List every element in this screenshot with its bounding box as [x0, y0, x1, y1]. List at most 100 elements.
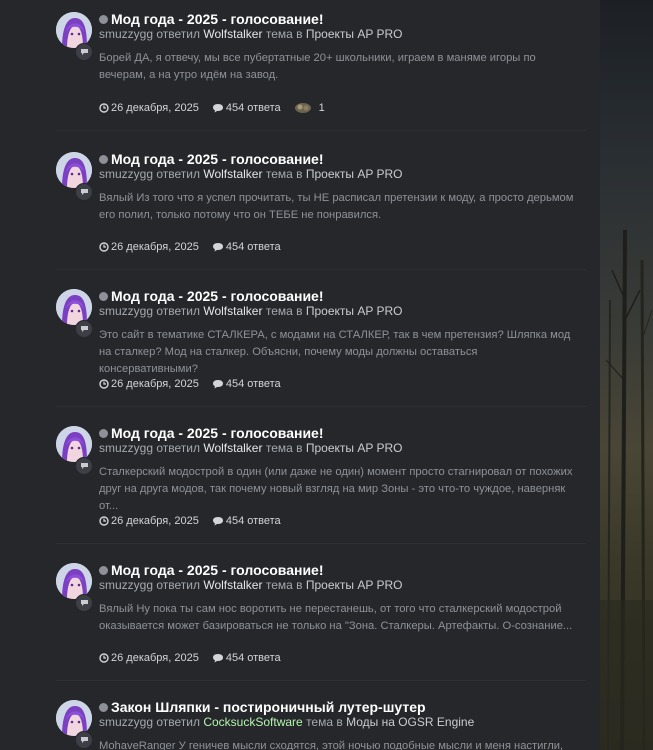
comment-icon: [75, 594, 93, 612]
topic-word: тема в: [265, 578, 303, 592]
divider: [56, 680, 586, 681]
divider: [56, 269, 586, 270]
divider: [56, 130, 586, 131]
user-link[interactable]: smuzzygg: [99, 27, 153, 41]
title-row: Мод года - 2025 - голосование!: [99, 425, 324, 441]
unread-dot-icon: [99, 14, 108, 24]
date-stat: 26 декабря, 2025: [99, 102, 199, 114]
clock-icon: [99, 102, 109, 113]
comment-icon: [75, 457, 93, 475]
background-image: [600, 0, 653, 750]
replies-stat: 454 ответа: [212, 241, 281, 253]
forum-link[interactable]: Проекты AP PRO: [306, 27, 403, 41]
post-stats: 26 декабря, 2025 454 ответа 1: [99, 101, 325, 114]
date-stat: 26 декабря, 2025: [99, 241, 199, 253]
post-excerpt: Это сайт в тематике СТАЛКЕРА, с модами н…: [99, 329, 571, 375]
unread-dot-icon: [99, 702, 108, 712]
title-row: Мод года - 2025 - голосование!: [99, 288, 324, 304]
topic-title-link[interactable]: Закон Шляпки - постироничный лутер-шутер: [111, 699, 426, 715]
activity-feed: Мод года - 2025 - голосование! smuzzygg …: [0, 0, 598, 750]
comment-icon: [75, 43, 93, 61]
date-stat: 26 декабря, 2025: [99, 515, 199, 527]
author-link[interactable]: CocksuckSoftware: [203, 715, 302, 729]
action-text: ответил: [156, 715, 200, 729]
replies-stat: 454 ответа: [212, 102, 281, 114]
post-excerpt: MohaveRanger У геничев мысли сходятся, э…: [99, 740, 564, 750]
reactions[interactable]: 1: [294, 101, 325, 114]
post-stats: 26 декабря, 2025 454 ответа: [99, 515, 294, 527]
unread-dot-icon: [99, 428, 108, 438]
post-stats: 26 декабря, 2025 454 ответа: [99, 378, 294, 390]
replies-stat: 454 ответа: [212, 652, 281, 664]
replies-stat: 454 ответа: [212, 378, 281, 390]
replies-count: 454 ответа: [225, 241, 281, 253]
author-link[interactable]: Wolfstalker: [203, 304, 262, 318]
user-link[interactable]: smuzzygg: [99, 578, 153, 592]
activity-meta: smuzzygg ответил Wolfstalker тема в Прое…: [99, 167, 402, 181]
topic-title-link[interactable]: Мод года - 2025 - голосование!: [111, 151, 324, 167]
replies-count: 454 ответа: [225, 652, 281, 664]
topic-word: тема в: [265, 304, 303, 318]
replies-count: 454 ответа: [225, 378, 281, 390]
topic-word: тема в: [265, 27, 303, 41]
unread-dot-icon: [99, 565, 108, 575]
topic-title-link[interactable]: Мод года - 2025 - голосование!: [111, 288, 324, 304]
topic-title-link[interactable]: Мод года - 2025 - голосование!: [111, 425, 324, 441]
title-row: Мод года - 2025 - голосование!: [99, 151, 324, 167]
unread-dot-icon: [99, 291, 108, 301]
title-row: Закон Шляпки - постироничный лутер-шутер: [99, 699, 426, 715]
user-link[interactable]: smuzzygg: [99, 441, 153, 455]
post-date[interactable]: 26 декабря, 2025: [111, 378, 199, 390]
topic-title-link[interactable]: Мод года - 2025 - голосование!: [111, 562, 324, 578]
comment-icon: [75, 183, 93, 201]
user-link[interactable]: smuzzygg: [99, 715, 153, 729]
action-text: ответил: [156, 578, 200, 592]
replies-count: 454 ответа: [225, 515, 281, 527]
activity-meta: smuzzygg ответил CocksuckSoftware тема в…: [99, 715, 474, 729]
action-text: ответил: [156, 27, 200, 41]
clock-icon: [99, 379, 109, 389]
post-date[interactable]: 26 декабря, 2025: [111, 652, 199, 664]
comment-icon: [75, 320, 93, 338]
user-link[interactable]: smuzzygg: [99, 167, 153, 181]
forum-link[interactable]: Проекты AP PRO: [306, 578, 403, 592]
activity-meta: smuzzygg ответил Wolfstalker тема в Прое…: [99, 304, 402, 318]
comment-icon: [75, 731, 93, 749]
author-link[interactable]: Wolfstalker: [203, 578, 262, 592]
title-row: Мод года - 2025 - голосование!: [99, 11, 324, 27]
author-link[interactable]: Wolfstalker: [203, 441, 262, 455]
comment-icon: [212, 103, 223, 112]
date-stat: 26 декабря, 2025: [99, 378, 199, 390]
topic-word: тема в: [265, 441, 303, 455]
post-excerpt: Борей ДА, я отвечу, мы все пубертатные 2…: [99, 52, 536, 81]
topic-word: тема в: [306, 715, 343, 729]
comment-icon: [212, 243, 223, 252]
reaction-count: 1: [318, 101, 325, 114]
user-link[interactable]: smuzzygg: [99, 304, 153, 318]
author-link[interactable]: Wolfstalker: [203, 27, 262, 41]
post-excerpt: Сталкерский модострой в один (или даже н…: [99, 466, 573, 512]
forum-link[interactable]: Моды на OGSR Engine: [346, 715, 474, 729]
date-stat: 26 декабря, 2025: [99, 652, 199, 664]
forum-link[interactable]: Проекты AP PRO: [306, 167, 403, 181]
post-date[interactable]: 26 декабря, 2025: [111, 515, 199, 527]
replies-stat: 454 ответа: [212, 515, 281, 527]
topic-title-link[interactable]: Мод года - 2025 - голосование!: [111, 11, 324, 27]
activity-meta: smuzzygg ответил Wolfstalker тема в Прое…: [99, 27, 402, 41]
post-stats: 26 декабря, 2025 454 ответа: [99, 241, 294, 253]
activity-meta: smuzzygg ответил Wolfstalker тема в Прое…: [99, 578, 402, 592]
post-stats: 26 декабря, 2025 454 ответа: [99, 652, 294, 664]
post-excerpt: Вялый Из того что я успел прочитать, ты …: [99, 192, 574, 221]
action-text: ответил: [156, 441, 200, 455]
author-link[interactable]: Wolfstalker: [203, 167, 262, 181]
comment-icon: [212, 654, 223, 663]
divider: [56, 406, 586, 407]
reaction-icon: [294, 103, 311, 113]
post-date[interactable]: 26 декабря, 2025: [111, 102, 199, 114]
unread-dot-icon: [99, 154, 108, 164]
topic-word: тема в: [265, 167, 303, 181]
comment-icon: [212, 380, 223, 389]
post-date[interactable]: 26 декабря, 2025: [111, 241, 199, 253]
forum-link[interactable]: Проекты AP PRO: [306, 441, 403, 455]
forum-link[interactable]: Проекты AP PRO: [306, 304, 403, 318]
